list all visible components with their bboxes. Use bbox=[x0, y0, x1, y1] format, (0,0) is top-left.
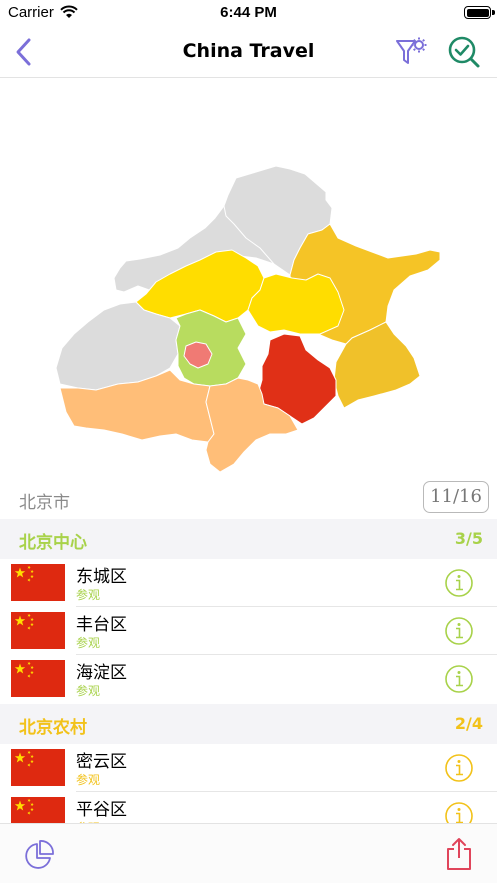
info-icon[interactable] bbox=[444, 568, 474, 598]
section-title: 北京中心 bbox=[19, 533, 87, 553]
filter-settings-icon[interactable] bbox=[394, 35, 428, 69]
list-item[interactable]: 丰台区 参观 bbox=[0, 607, 497, 655]
item-name: 东城区 bbox=[76, 567, 127, 587]
battery-tip bbox=[492, 10, 495, 15]
region-visited-count: 11/16 bbox=[423, 481, 489, 513]
search-check-icon[interactable] bbox=[446, 34, 482, 70]
region-row: 北京市 11/16 bbox=[0, 478, 497, 520]
share-icon[interactable] bbox=[444, 836, 474, 872]
map-district-shunyi[interactable] bbox=[247, 273, 345, 335]
info-icon[interactable] bbox=[444, 664, 474, 694]
navigation-bar: China Travel bbox=[0, 26, 497, 78]
item-name: 丰台区 bbox=[76, 615, 127, 635]
item-name: 平谷区 bbox=[76, 800, 127, 820]
info-icon[interactable] bbox=[444, 753, 474, 783]
district-map bbox=[55, 165, 441, 473]
china-flag-icon bbox=[11, 612, 65, 649]
china-flag-icon bbox=[11, 660, 65, 697]
battery-icon bbox=[464, 6, 491, 19]
section-header-beijing-center: 北京中心 3/5 bbox=[0, 519, 497, 559]
item-name: 密云区 bbox=[76, 752, 127, 772]
bottom-toolbar bbox=[0, 823, 497, 883]
item-name: 海淀区 bbox=[76, 663, 127, 683]
item-status: 参观 bbox=[76, 773, 101, 787]
item-status: 参观 bbox=[76, 588, 101, 602]
item-status: 参观 bbox=[76, 684, 101, 698]
section-title: 北京农村 bbox=[19, 718, 87, 738]
item-status: 参观 bbox=[76, 636, 101, 650]
china-flag-icon bbox=[11, 749, 65, 786]
list-item[interactable]: 东城区 参观 bbox=[0, 559, 497, 607]
region-name: 北京市 bbox=[19, 493, 70, 513]
list-item[interactable]: 海淀区 参观 bbox=[0, 655, 497, 703]
china-flag-icon bbox=[11, 564, 65, 601]
status-bar: Carrier 6:44 PM bbox=[0, 0, 497, 26]
section-header-beijing-rural: 北京农村 2/4 bbox=[0, 704, 497, 744]
pie-chart-icon[interactable] bbox=[22, 838, 56, 872]
beijing-map bbox=[0, 78, 497, 478]
section-count: 2/4 bbox=[454, 714, 483, 733]
section-count: 3/5 bbox=[454, 529, 483, 548]
clock: 6:44 PM bbox=[220, 4, 277, 21]
list-item[interactable]: 密云区 参观 bbox=[0, 744, 497, 792]
info-icon[interactable] bbox=[444, 616, 474, 646]
